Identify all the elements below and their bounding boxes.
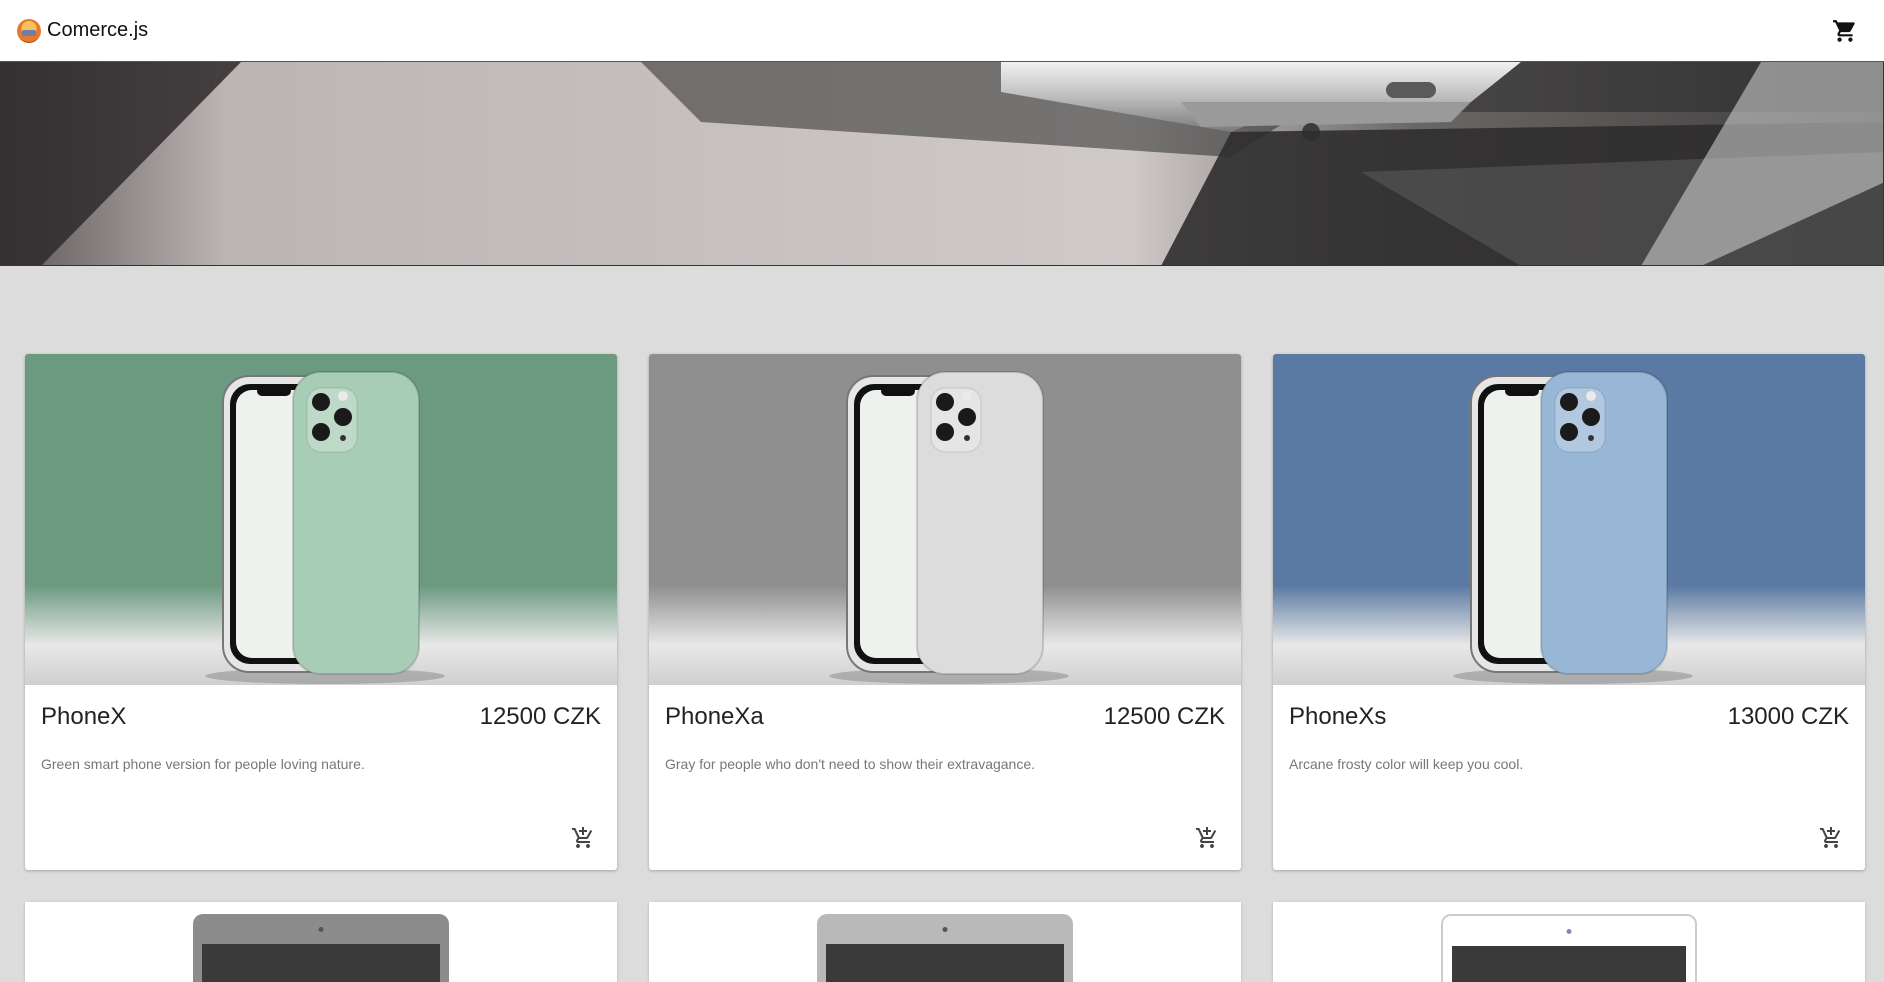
phone-illustration bbox=[205, 371, 445, 684]
product-card: PhoneXs 13000 CZK Arcane frosty color wi… bbox=[1273, 354, 1865, 870]
app-bar: Comerce.js bbox=[0, 0, 1884, 62]
hero-phone-image bbox=[1, 62, 1883, 265]
product-card bbox=[25, 902, 617, 982]
product-card: PhoneX 12500 CZK Green smart phone versi… bbox=[25, 354, 617, 870]
product-card bbox=[1273, 902, 1865, 982]
product-name: PhoneXa bbox=[665, 703, 764, 730]
add-shopping-cart-icon bbox=[1820, 827, 1841, 848]
brand[interactable]: Comerce.js bbox=[17, 18, 149, 43]
add-to-cart-button[interactable] bbox=[571, 826, 597, 852]
add-to-cart-button[interactable] bbox=[1819, 826, 1845, 852]
cart-button[interactable] bbox=[1832, 18, 1858, 44]
shopping-cart-icon bbox=[1833, 20, 1855, 42]
add-shopping-cart-icon bbox=[572, 827, 593, 848]
product-name: PhoneXs bbox=[1289, 703, 1387, 730]
product-image bbox=[649, 354, 1241, 685]
phone-illustration bbox=[1453, 371, 1693, 684]
product-card bbox=[649, 902, 1241, 982]
hero-banner bbox=[0, 62, 1884, 266]
product-card: PhoneXa 12500 CZK Gray for people who do… bbox=[649, 354, 1241, 870]
product-price: 13000 CZK bbox=[1727, 703, 1849, 730]
phone-illustration bbox=[829, 371, 1069, 684]
brand-logo-icon bbox=[17, 18, 41, 43]
product-image bbox=[25, 354, 617, 685]
brand-name: Comerce.js bbox=[47, 19, 149, 41]
product-image bbox=[1273, 354, 1865, 685]
product-name: PhoneX bbox=[41, 703, 127, 730]
add-to-cart-button[interactable] bbox=[1195, 826, 1221, 852]
product-description: Green smart phone version for people lov… bbox=[41, 756, 365, 772]
product-description: Arcane frosty color will keep you cool. bbox=[1289, 756, 1524, 772]
product-description: Gray for people who don't need to show t… bbox=[665, 756, 1036, 772]
tablet-image bbox=[1441, 914, 1697, 982]
tablet-image bbox=[193, 914, 449, 982]
add-shopping-cart-icon bbox=[1196, 827, 1217, 848]
product-price: 12500 CZK bbox=[479, 703, 601, 730]
product-price: 12500 CZK bbox=[1103, 703, 1225, 730]
tablet-image bbox=[817, 914, 1073, 982]
